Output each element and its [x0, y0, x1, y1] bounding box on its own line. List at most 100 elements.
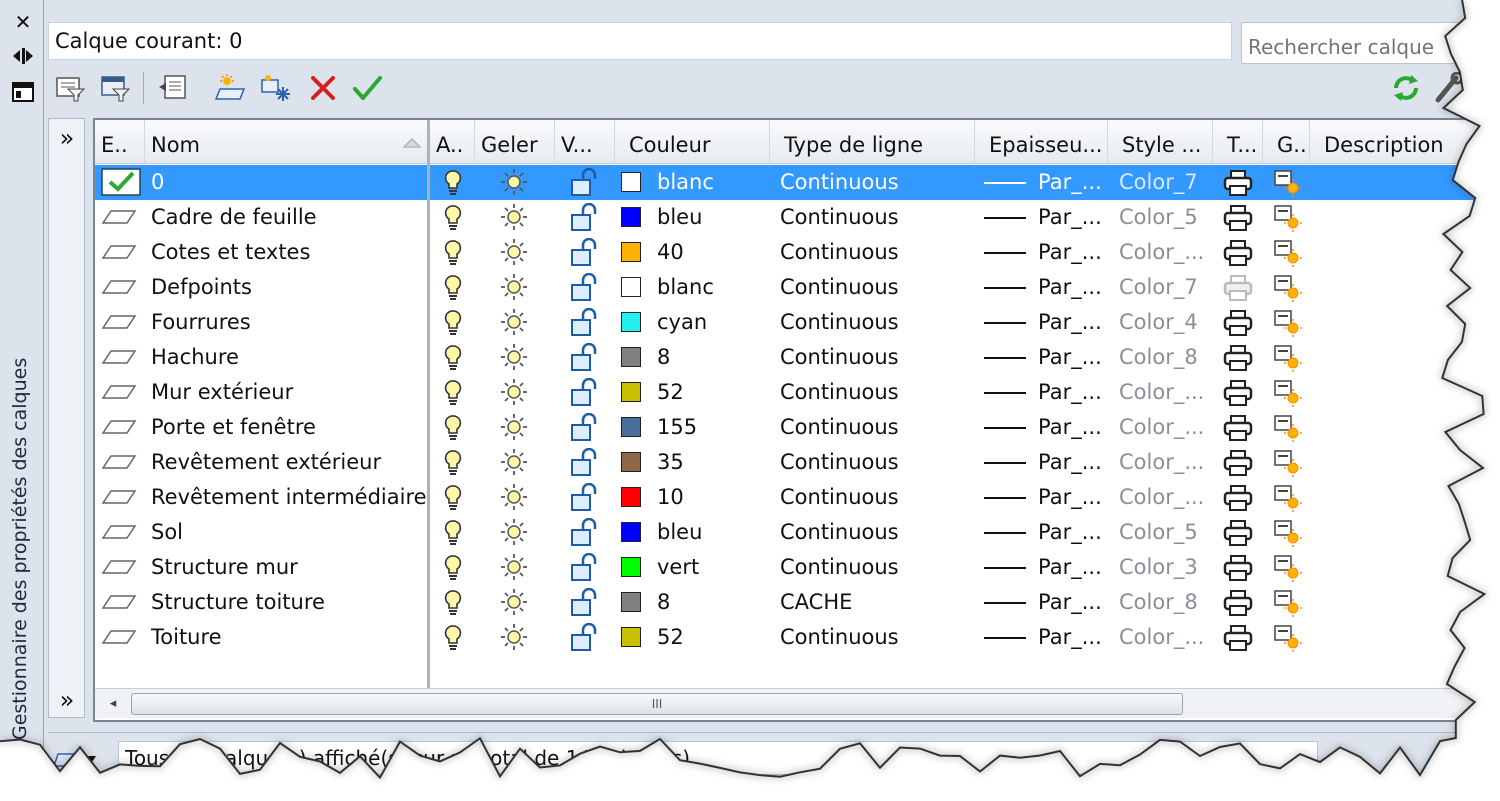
description-value[interactable] [1320, 235, 1490, 270]
lineweight-value[interactable]: Par_... [980, 515, 1108, 550]
description-value[interactable] [1320, 550, 1490, 585]
layer-row[interactable]: Defpoints blanc Continuous Par_... Color… [95, 270, 1491, 305]
new-vp-freeze-icon[interactable] [1273, 620, 1309, 655]
search-layer-input[interactable] [1241, 22, 1491, 64]
layer-color[interactable]: cyan [615, 305, 770, 340]
lineweight-value[interactable]: Par_... [980, 445, 1108, 480]
plotstyle-value[interactable]: Color_... [1119, 620, 1209, 655]
new-vp-freeze-icon[interactable] [1273, 515, 1309, 550]
linetype-value[interactable]: Continuous [780, 445, 975, 480]
layer-row[interactable]: Mur extérieur 52 Continuous Par_... Colo… [95, 375, 1491, 410]
layer-color[interactable]: bleu [615, 200, 770, 235]
column-header-lock[interactable]: V... [555, 120, 615, 164]
plot-printer-icon[interactable] [1223, 305, 1259, 340]
layer-row[interactable]: Cotes et textes 40 Continuous Par_... Co… [95, 235, 1491, 270]
new-vp-freeze-icon[interactable] [1273, 375, 1309, 410]
plotstyle-value[interactable]: Color_5 [1119, 515, 1209, 550]
column-header-status[interactable]: E.. [95, 120, 145, 164]
bulb-on-icon[interactable] [443, 375, 473, 410]
plotstyle-value[interactable]: Color_4 [1119, 305, 1209, 340]
layer-color[interactable]: 40 [615, 235, 770, 270]
layer-row[interactable]: Toiture 52 Continuous Par_... Color_... [95, 620, 1491, 655]
column-header-name[interactable]: Nom [145, 120, 428, 164]
bulb-on-icon[interactable] [443, 270, 473, 305]
column-header-linetype[interactable]: Type de ligne [770, 120, 975, 164]
scrollbar-thumb[interactable]: III [131, 693, 1183, 715]
layer-name[interactable]: 0 [151, 165, 427, 200]
plot-printer-icon[interactable] [1223, 550, 1259, 585]
sun-thawed-icon[interactable] [500, 515, 536, 550]
column-header-vpfreeze[interactable]: G.. [1263, 120, 1310, 164]
layer-name[interactable]: Structure toiture [151, 585, 427, 620]
layer-row[interactable]: Hachure 8 Continuous Par_... Color_8 [95, 340, 1491, 375]
sun-thawed-icon[interactable] [500, 200, 536, 235]
new-vp-freeze-icon[interactable] [1273, 340, 1309, 375]
new-vp-freeze-icon[interactable] [1273, 235, 1309, 270]
description-value[interactable] [1320, 445, 1490, 480]
lineweight-value[interactable]: Par_... [980, 410, 1108, 445]
lineweight-value[interactable]: Par_... [980, 165, 1108, 200]
close-icon[interactable]: ✕ [10, 10, 36, 34]
plot-printer-icon[interactable] [1223, 270, 1259, 305]
lineweight-value[interactable]: Par_... [980, 235, 1108, 270]
layer-row[interactable]: Cadre de feuille bleu Continuous Par_...… [95, 200, 1491, 235]
bulb-on-icon[interactable] [443, 305, 473, 340]
sun-thawed-icon[interactable] [500, 165, 536, 200]
linetype-value[interactable]: Continuous [780, 305, 975, 340]
layer-color[interactable]: bleu [615, 515, 770, 550]
layer-row[interactable]: Revêtement extérieur 35 Continuous Par_.… [95, 445, 1491, 480]
lock-unlocked-icon[interactable] [569, 305, 605, 340]
layer-name[interactable]: Hachure [151, 340, 427, 375]
sun-thawed-icon[interactable] [500, 550, 536, 585]
layer-row[interactable]: Porte et fenêtre 155 Continuous Par_... … [95, 410, 1491, 445]
plotstyle-value[interactable]: Color_... [1119, 480, 1209, 515]
plot-printer-icon[interactable] [1223, 585, 1259, 620]
bulb-on-icon[interactable] [443, 550, 473, 585]
layer-row[interactable]: Fourrures cyan Continuous Par_... Color_… [95, 305, 1491, 340]
bulb-on-icon[interactable] [443, 340, 473, 375]
bulb-on-icon[interactable] [443, 445, 473, 480]
lineweight-value[interactable]: Par_... [980, 375, 1108, 410]
lineweight-value[interactable]: Par_... [980, 550, 1108, 585]
new-vp-freeze-icon[interactable] [1273, 480, 1309, 515]
bulb-on-icon[interactable] [443, 165, 473, 200]
linetype-value[interactable]: Continuous [780, 410, 975, 445]
linetype-value[interactable]: Continuous [780, 165, 975, 200]
lock-unlocked-icon[interactable] [569, 200, 605, 235]
layer-color[interactable]: 52 [615, 620, 770, 655]
description-value[interactable] [1320, 620, 1490, 655]
column-header-plotstyle[interactable]: Style ... [1108, 120, 1213, 164]
layer-name[interactable]: Defpoints [151, 270, 427, 305]
description-value[interactable] [1320, 585, 1490, 620]
sun-thawed-icon[interactable] [500, 585, 536, 620]
delete-layer-icon[interactable] [305, 70, 341, 106]
layer-name[interactable]: Porte et fenêtre [151, 410, 427, 445]
column-header-plot[interactable]: T... [1213, 120, 1263, 164]
layer-name[interactable]: Mur extérieur [151, 375, 427, 410]
frozen-column-splitter[interactable] [427, 120, 430, 690]
layer-color[interactable]: 10 [615, 480, 770, 515]
lineweight-value[interactable]: Par_... [980, 200, 1108, 235]
sun-thawed-icon[interactable] [500, 480, 536, 515]
layer-name[interactable]: Cadre de feuille [151, 200, 427, 235]
layer-name[interactable]: Toiture [151, 620, 427, 655]
plot-printer-icon[interactable] [1223, 235, 1259, 270]
new-vp-freeze-icon[interactable] [1273, 305, 1309, 340]
bulb-on-icon[interactable] [443, 200, 473, 235]
linetype-value[interactable]: Continuous [780, 480, 975, 515]
new-property-filter-icon[interactable] [52, 70, 88, 106]
linetype-value[interactable]: Continuous [780, 340, 975, 375]
expand-filter-button-bottom[interactable]: » [53, 687, 81, 713]
linetype-value[interactable]: Continuous [780, 270, 975, 305]
layer-color[interactable]: 35 [615, 445, 770, 480]
settings-icon[interactable] [1430, 70, 1466, 106]
plot-printer-icon[interactable] [1223, 165, 1259, 200]
sun-thawed-icon[interactable] [500, 270, 536, 305]
layer-color[interactable]: blanc [615, 165, 770, 200]
plot-printer-icon[interactable] [1223, 340, 1259, 375]
lock-unlocked-icon[interactable] [569, 340, 605, 375]
sun-thawed-icon[interactable] [500, 340, 536, 375]
description-value[interactable] [1320, 480, 1490, 515]
layer-name[interactable]: Structure mur [151, 550, 427, 585]
bulb-on-icon[interactable] [443, 410, 473, 445]
